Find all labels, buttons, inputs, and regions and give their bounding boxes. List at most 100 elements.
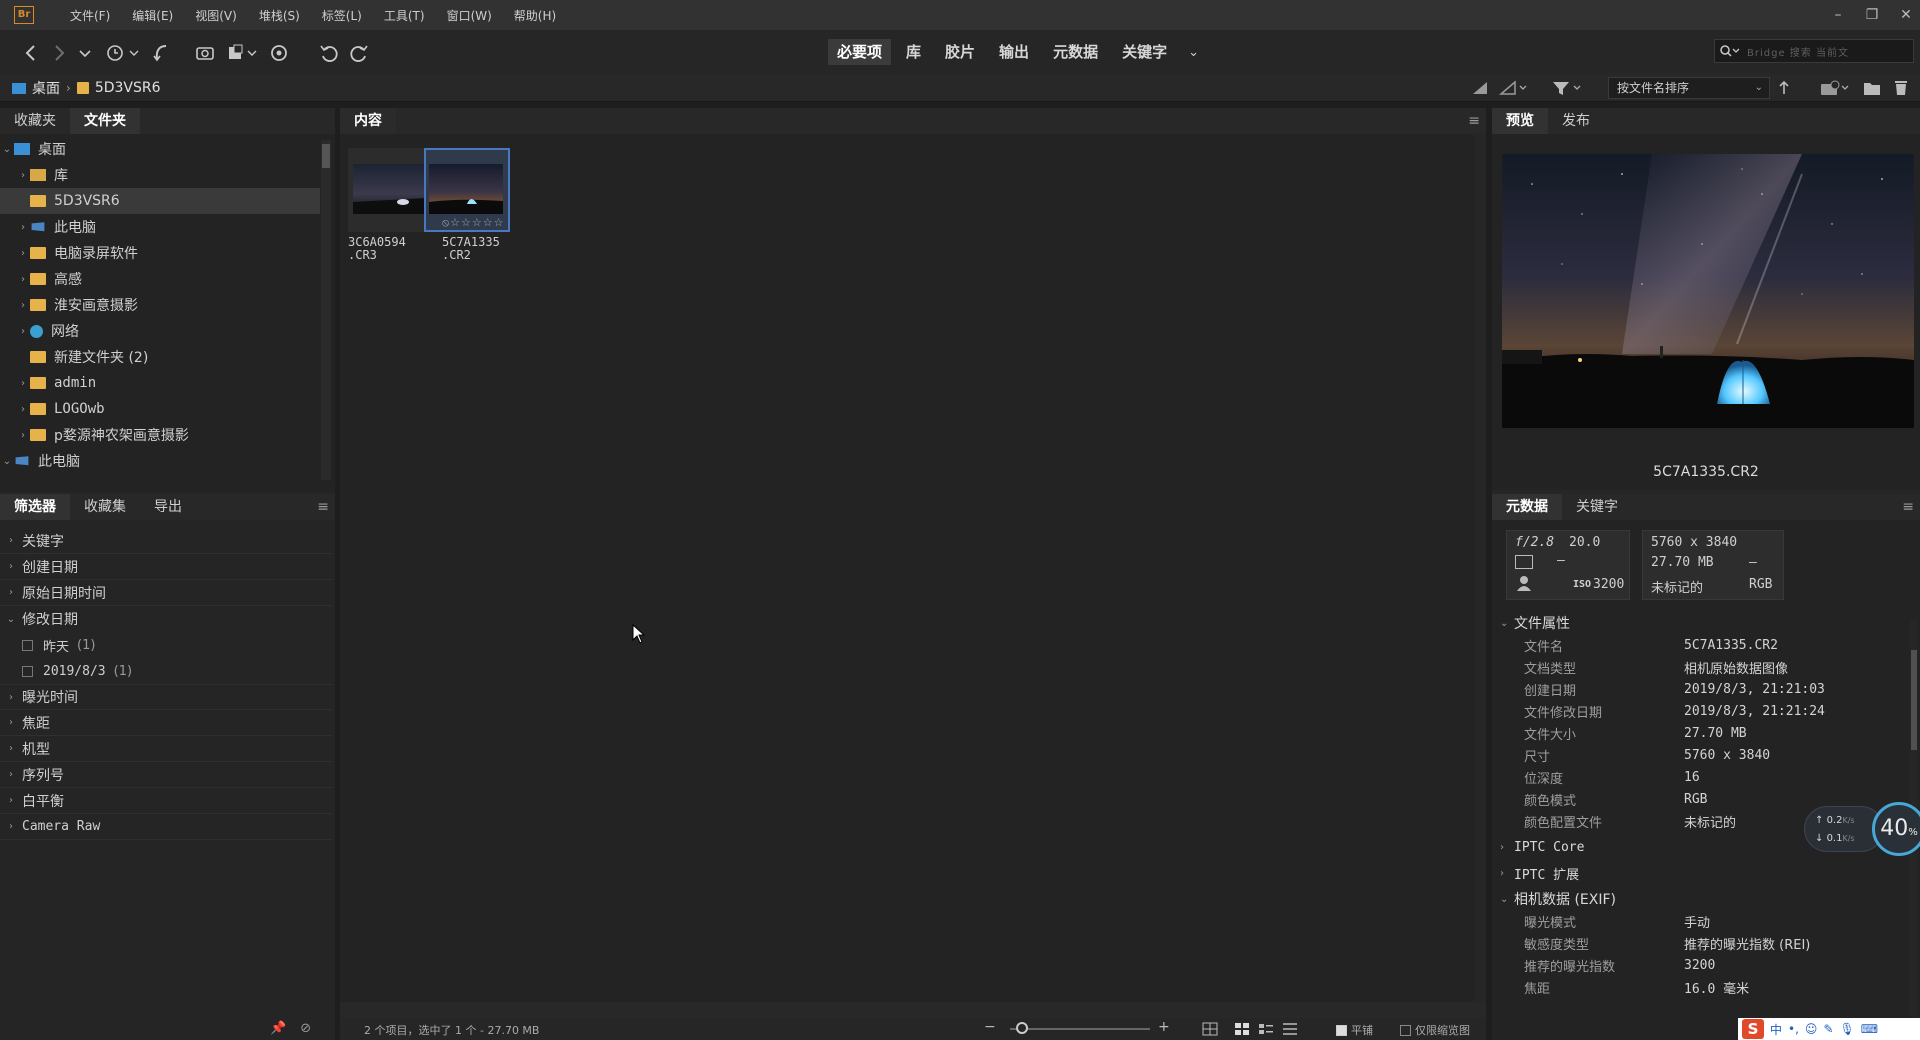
search-input[interactable]: Bridge 搜索 当前文 <box>1714 39 1914 63</box>
checkbox[interactable] <box>22 639 33 651</box>
tree-item-huaian[interactable]: › 淮安画意摄影 <box>0 292 320 318</box>
workspace-more-chevron-icon[interactable]: ⌄ <box>1182 45 1199 60</box>
filter-option-yesterday[interactable]: 昨天 (1) <box>22 632 95 658</box>
chevron-right-icon[interactable]: › <box>16 326 30 337</box>
chevron-right-icon[interactable]: › <box>16 170 30 181</box>
menu-stack[interactable]: 堆栈(S) <box>259 7 300 24</box>
chevron-down-icon[interactable] <box>74 42 96 64</box>
close-icon[interactable]: ✕ <box>1898 7 1914 23</box>
tree-item-this-pc-root[interactable]: ⌄ 此电脑 <box>0 448 320 474</box>
slider-handle[interactable] <box>1016 1022 1028 1034</box>
rotate-photo-icon[interactable] <box>268 42 290 64</box>
checkbox[interactable] <box>22 665 33 677</box>
minimize-icon[interactable]: – <box>1830 7 1846 23</box>
recent-history-icon[interactable] <box>104 42 140 64</box>
tree-item-new-folder-2[interactable]: 新建文件夹 (2) <box>0 344 320 370</box>
tree-item-library[interactable]: › 库 <box>0 162 320 188</box>
tree-item-this-pc[interactable]: › 此电脑 <box>0 214 320 240</box>
filter-original-date[interactable]: › 原始日期时间 <box>0 580 332 606</box>
tree-item-logowb[interactable]: › LOGOwb <box>0 396 320 422</box>
clear-filter-icon[interactable]: ⊘ <box>300 1021 311 1036</box>
checkbox[interactable] <box>1400 1024 1411 1036</box>
folder-tree-scrollbar[interactable] <box>321 140 331 480</box>
menu-help[interactable]: 帮助(H) <box>514 7 556 24</box>
chevron-down-icon[interactable]: ⌄ <box>0 456 14 467</box>
return-icon[interactable] <box>150 42 172 64</box>
section-iptc-extension[interactable]: › IPTC 扩展 <box>1500 862 1579 884</box>
tab-collections[interactable]: 收藏集 <box>70 494 140 520</box>
emoji-icon[interactable]: ☺ <box>1805 1022 1818 1036</box>
pen-icon[interactable]: ✎ <box>1823 1022 1833 1036</box>
tab-favorites[interactable]: 收藏夹 <box>0 108 70 134</box>
tree-item-network[interactable]: › 网络 <box>0 318 320 344</box>
mic-icon[interactable]: 🎙 <box>1840 1022 1855 1036</box>
filter-camera-raw[interactable]: › Camera Raw <box>0 814 332 840</box>
tab-filter[interactable]: 筛选器 <box>0 494 70 520</box>
tab-export[interactable]: 导出 <box>140 494 196 520</box>
section-iptc-core[interactable]: › IPTC Core <box>1500 836 1584 858</box>
tab-folders[interactable]: 文件夹 <box>70 108 140 134</box>
tab-preview[interactable]: 预览 <box>1492 108 1548 134</box>
section-file-properties[interactable]: ⌄ 文件属性 <box>1500 612 1570 634</box>
keyboard-icon[interactable]: ⌨ <box>1861 1022 1878 1036</box>
tab-metadata[interactable]: 元数据 <box>1492 494 1562 520</box>
list-view-icon[interactable] <box>1282 1022 1298 1036</box>
preview-image[interactable] <box>1502 154 1914 428</box>
refine-icon[interactable] <box>226 42 260 64</box>
chevron-right-icon[interactable]: › <box>16 274 30 285</box>
workspace-keywords[interactable]: 关键字 <box>1113 39 1176 65</box>
tab-content[interactable]: 内容 <box>340 108 396 134</box>
chevron-right-icon[interactable]: › <box>16 300 30 311</box>
filter-exposure[interactable]: › 曝光时间 <box>0 684 332 710</box>
breadcrumb-desktop[interactable]: 桌面 <box>32 78 60 98</box>
filter-keywords[interactable]: › 关键字 <box>0 528 332 554</box>
panel-menu-icon[interactable]: ≡ <box>317 494 329 520</box>
restore-icon[interactable]: ❐ <box>1864 7 1880 23</box>
menu-tools[interactable]: 工具(T) <box>384 7 425 24</box>
tile-checkbox[interactable]: 平铺 <box>1336 1022 1373 1038</box>
sort-select[interactable]: 按文件名排序 ⌄ <box>1608 77 1770 99</box>
workspace-metadata[interactable]: 元数据 <box>1044 39 1107 65</box>
panel-menu-icon[interactable]: ≡ <box>1468 108 1480 134</box>
new-folder-icon[interactable] <box>1862 78 1882 98</box>
section-camera-data-exif[interactable]: ⌄ 相机数据 (EXIF) <box>1500 888 1616 910</box>
chevron-right-icon[interactable]: › <box>16 222 30 233</box>
rating-stars[interactable]: ⦸☆☆☆☆☆ <box>442 216 504 230</box>
menu-window[interactable]: 窗口(W) <box>447 7 492 24</box>
filter-model[interactable]: › 机型 <box>0 736 332 762</box>
chevron-right-icon[interactable]: › <box>16 248 30 259</box>
breadcrumb-current-folder[interactable]: 5D3VSR6 <box>95 80 161 96</box>
tree-item-screen-recorder[interactable]: › 电脑录屏软件 <box>0 240 320 266</box>
chevron-right-icon[interactable]: › <box>16 404 30 415</box>
filter-focal[interactable]: › 焦距 <box>0 710 332 736</box>
tree-item-high-iso[interactable]: › 高感 <box>0 266 320 292</box>
thumbnail-view-icon[interactable] <box>1234 1022 1250 1036</box>
sort-ascending-icon[interactable] <box>1776 78 1792 98</box>
rotate-right-icon[interactable] <box>348 42 370 64</box>
filter-icon[interactable] <box>1550 78 1584 98</box>
ime-language[interactable]: 中 <box>1770 1021 1782 1038</box>
search-icon[interactable] <box>1719 43 1741 59</box>
filter-white-balance[interactable]: › 白平衡 <box>0 788 332 814</box>
punctuation-icon[interactable]: •, <box>1788 1022 1799 1036</box>
chevron-down-icon[interactable]: ⌄ <box>0 144 14 155</box>
menu-view[interactable]: 视图(V) <box>195 7 237 24</box>
workspace-libraries[interactable]: 库 <box>897 39 930 65</box>
thumbnails-only-checkbox[interactable]: 仅限缩览图 <box>1400 1022 1470 1038</box>
filter-created[interactable]: › 创建日期 <box>0 554 332 580</box>
tab-keywords[interactable]: 关键字 <box>1562 494 1632 520</box>
open-recent-icon[interactable] <box>1818 78 1852 98</box>
rating-filter-icon[interactable] <box>1498 78 1530 98</box>
sogou-ime-icon[interactable]: S <box>1742 1019 1764 1039</box>
details-view-icon[interactable] <box>1258 1022 1274 1036</box>
tree-item-wuyuan[interactable]: › p婺源神农架画意摄影 <box>0 422 320 448</box>
forward-icon[interactable] <box>48 42 70 64</box>
pin-icon[interactable]: 📌 <box>270 1021 286 1036</box>
grid-lock-icon[interactable] <box>1202 1022 1218 1036</box>
chevron-right-icon[interactable]: › <box>16 378 30 389</box>
thumbnail-size-slider[interactable] <box>1010 1028 1150 1030</box>
workspace-filmstrip[interactable]: 胶片 <box>936 39 984 65</box>
camera-import-icon[interactable] <box>194 42 216 64</box>
tree-item-admin[interactable]: › admin <box>0 370 320 396</box>
memory-usage-gauge[interactable]: 40% <box>1872 802 1920 856</box>
